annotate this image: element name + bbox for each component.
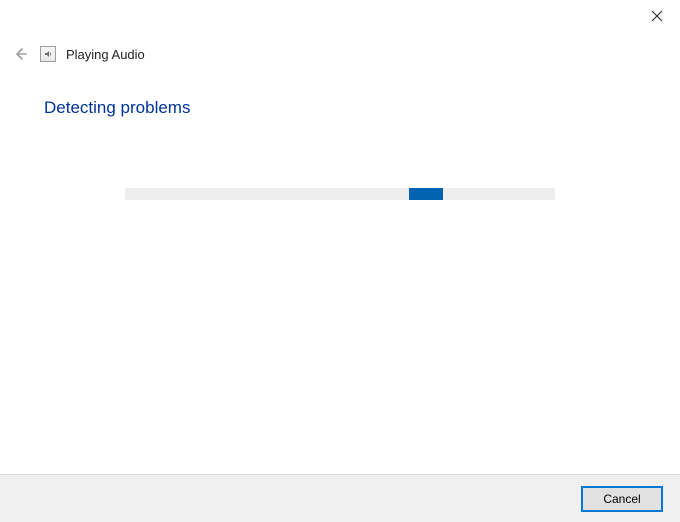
close-button[interactable] [634,0,680,32]
audio-troubleshooter-icon [40,46,56,62]
back-arrow-icon [12,46,28,62]
progress-bar [125,188,555,200]
cancel-button[interactable]: Cancel [582,487,662,511]
titlebar [0,0,680,32]
wizard-header: Playing Audio [0,32,680,70]
close-icon [651,10,663,22]
app-title: Playing Audio [66,47,145,62]
back-button[interactable] [10,44,30,64]
main-content: Detecting problems [0,70,680,200]
progress-indicator [409,188,443,200]
dialog-footer: Cancel [0,474,680,522]
page-heading: Detecting problems [44,98,636,118]
